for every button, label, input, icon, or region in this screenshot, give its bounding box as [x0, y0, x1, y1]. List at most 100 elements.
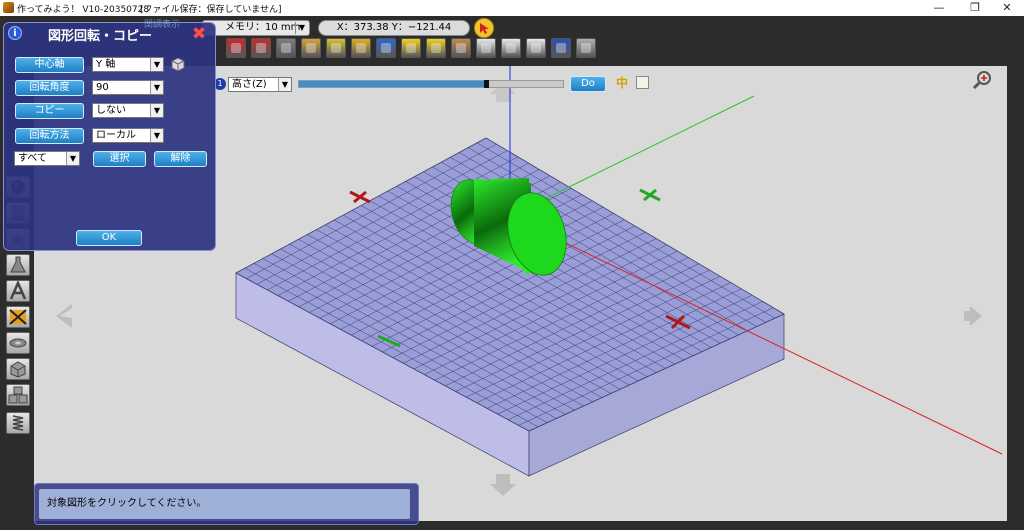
status-panel: 対象図形をクリックしてください。 [34, 483, 419, 525]
arrow-left-button[interactable] [401, 38, 421, 58]
cursor-button[interactable] [474, 18, 494, 38]
scope-select[interactable]: すべて ▼ [14, 151, 80, 166]
rotation-method-value: ローカル [96, 130, 136, 141]
camera-button[interactable] [501, 38, 521, 58]
spring-icon [12, 415, 24, 431]
calculator-icon [581, 43, 591, 53]
brush-icon [456, 43, 466, 53]
flask-icon [10, 256, 26, 273]
flask-tool-button[interactable] [6, 254, 30, 276]
height-slider-thumb[interactable] [484, 80, 490, 88]
pan-right-icon[interactable] [964, 306, 982, 326]
scissors-icon [256, 43, 266, 53]
app-icon [3, 2, 14, 13]
info-icon[interactable]: i [8, 26, 22, 40]
dialog-title: 図形回転・コピー [48, 29, 153, 44]
block-tool-button[interactable] [6, 358, 30, 380]
center-axis-button[interactable]: 中心軸 [15, 57, 84, 73]
height-slider-fill [299, 81, 487, 87]
axis-marker-right [639, 188, 661, 202]
status-message: 対象図形をクリックしてください。 [39, 489, 410, 519]
right-gutter [1007, 66, 1024, 530]
chevron-down-icon: ▼ [150, 81, 163, 94]
door-button[interactable] [376, 38, 396, 58]
height-axis-value: 高さ(Z) [232, 79, 267, 90]
arrow-right-button[interactable] [426, 38, 446, 58]
door-icon [381, 43, 391, 53]
maximize-button[interactable]: ❐ [958, 0, 992, 16]
y-axis-line [509, 95, 755, 217]
copy-value: しない [96, 105, 126, 116]
coordinate-readout: X：373.38 Y：−121.44 [318, 20, 470, 36]
camera-icon [506, 43, 516, 53]
arrow-left-icon [406, 43, 416, 53]
block-icon [10, 361, 26, 378]
close-icon[interactable]: ✖ [190, 25, 208, 43]
chevron-down-icon: ▼ [278, 78, 291, 91]
help-icon [556, 43, 566, 53]
rotation-method-select[interactable]: ローカル ▼ [92, 128, 164, 143]
do-button[interactable]: Do [570, 76, 606, 92]
calculator-button[interactable] [576, 38, 596, 58]
pan-down-icon[interactable] [490, 474, 516, 496]
center-checkbox[interactable] [636, 76, 649, 89]
disc-tool-button[interactable] [6, 332, 30, 354]
select-button[interactable]: 選択 [93, 151, 146, 167]
spring-tool-button[interactable] [6, 412, 30, 434]
ruler-icon [331, 43, 341, 53]
center-axis-select[interactable]: Y 軸 ▼ [92, 57, 164, 72]
text-tool-button[interactable] [6, 279, 30, 302]
wave-button[interactable] [476, 38, 496, 58]
rotation-method-button[interactable]: 回転方法 [15, 128, 84, 144]
box-icon [281, 43, 291, 53]
zoom-icon[interactable] [972, 71, 991, 90]
chevron-down-icon: ▼ [150, 104, 163, 117]
letter-a-icon [9, 279, 27, 300]
scope-value: すべて [18, 153, 47, 164]
palette-button[interactable] [301, 38, 321, 58]
box-button[interactable] [276, 38, 296, 58]
file-status: [ファイル保存：保存していません] [140, 5, 282, 15]
disc-icon [9, 338, 27, 348]
pan-left-icon[interactable] [56, 304, 72, 328]
title-bar: 作ってみよう！ V10-20350728 [ファイル保存：保存していません] —… [0, 0, 1024, 17]
pointer-icon [480, 23, 489, 34]
center-axis-value: Y 軸 [96, 59, 116, 70]
palette-icon [306, 43, 316, 53]
height-axis-select[interactable]: 高さ(Z) ▼ [228, 77, 292, 92]
close-window-button[interactable]: ✕ [990, 0, 1024, 16]
copy-button[interactable]: コピー [15, 103, 84, 119]
rotate-copy-dialog: i 関調表示 図形回転・コピー ✖ 中心軸 Y 軸 ▼ 回転角度 90 ▼ コピ… [3, 20, 216, 251]
material-tool-button[interactable] [6, 306, 30, 328]
gear-button[interactable] [351, 38, 371, 58]
window-title: 作ってみよう！ V10-20350728 [17, 5, 150, 15]
cube-pattern-icon [9, 309, 27, 325]
chevron-down-icon: ▼ [150, 129, 163, 142]
export-button[interactable] [526, 38, 546, 58]
fit-view-button[interactable] [226, 38, 246, 58]
center-label: 中 [616, 76, 629, 90]
stack-tool-button[interactable] [6, 384, 30, 406]
chevron-down-icon: ▼ [66, 152, 79, 165]
chevron-down-icon: ▼ [295, 22, 308, 34]
ok-button[interactable]: OK [76, 230, 142, 246]
release-button[interactable]: 解除 [154, 151, 207, 167]
rotation-angle-button[interactable]: 回転角度 [15, 80, 84, 96]
stacked-boxes-icon [8, 386, 28, 404]
grid-unit-select[interactable]: メモリ：10 mm ▼ [202, 20, 310, 36]
arrow-right-icon [431, 43, 441, 53]
rotation-angle-select[interactable]: 90 ▼ [92, 80, 164, 95]
help-button[interactable] [551, 38, 571, 58]
axis-marker-back [349, 190, 371, 204]
brush-button[interactable] [451, 38, 471, 58]
cube-icon [171, 57, 185, 72]
height-slider[interactable] [298, 80, 564, 88]
copy-select[interactable]: しない ▼ [92, 103, 164, 118]
scissors-button[interactable] [251, 38, 271, 58]
minimize-button[interactable]: — [922, 0, 956, 16]
wave-icon [481, 43, 491, 53]
chevron-down-icon: ▼ [150, 58, 163, 71]
grid-unit-value: メモリ：10 mm [225, 22, 301, 33]
gear-icon [356, 43, 366, 53]
ruler-button[interactable] [326, 38, 346, 58]
